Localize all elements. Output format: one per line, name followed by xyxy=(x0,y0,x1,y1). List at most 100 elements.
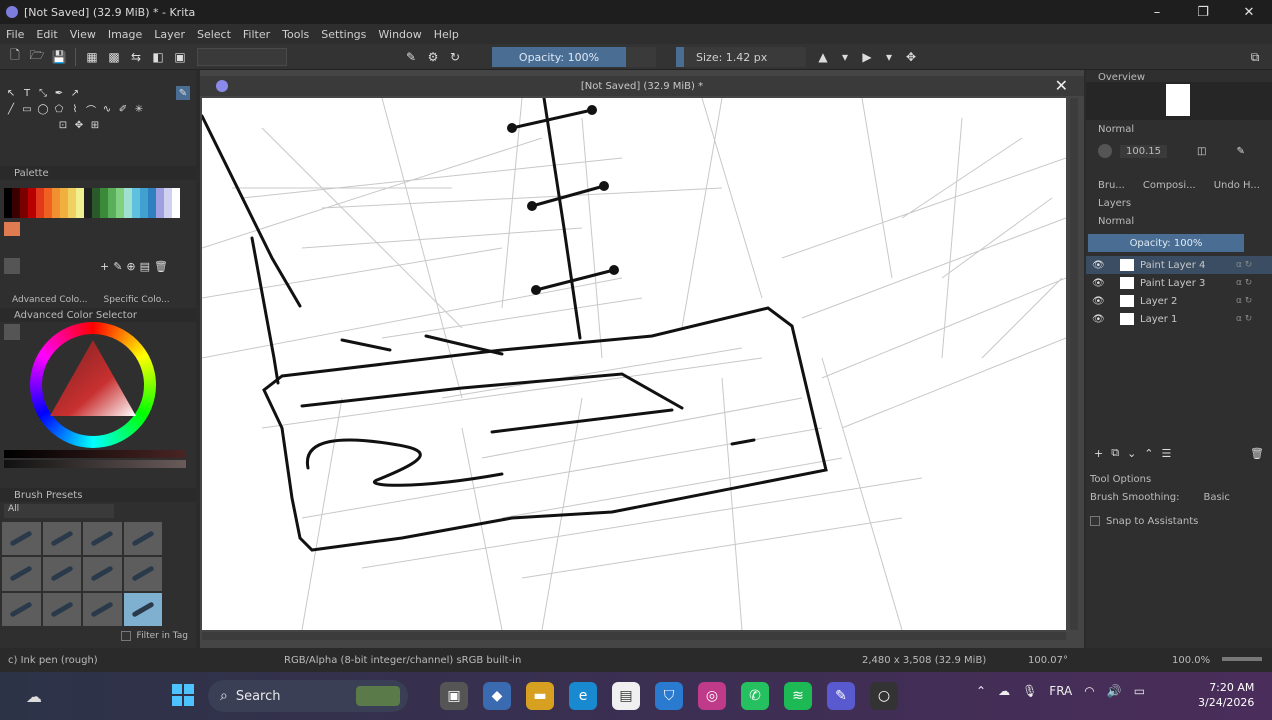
current-color-swatch[interactable] xyxy=(4,222,20,236)
brush-preset[interactable] xyxy=(42,557,81,591)
layer-row[interactable]: 👁 Layer 1 α ↻ xyxy=(1086,310,1272,328)
color-shade-bar[interactable] xyxy=(4,460,186,468)
brush-tag-select[interactable]: All xyxy=(4,504,114,518)
brush-preset[interactable] xyxy=(42,522,81,556)
menu-window[interactable]: Window xyxy=(378,28,421,41)
delete-layer-icon[interactable]: 🗑 xyxy=(1250,447,1264,460)
volume-icon[interactable]: 🔊 xyxy=(1107,684,1122,698)
palette-swatch[interactable] xyxy=(44,188,52,218)
notepad-icon[interactable]: ▤ xyxy=(612,682,640,710)
pattern-icon[interactable]: ▩ xyxy=(105,48,123,66)
menu-settings[interactable]: Settings xyxy=(321,28,366,41)
visibility-eye-icon[interactable]: 👁 xyxy=(1092,296,1106,307)
layer-opacity-slider[interactable]: Opacity: 100% xyxy=(1088,234,1244,252)
brush-preset[interactable] xyxy=(2,557,41,591)
menu-view[interactable]: View xyxy=(70,28,96,41)
calligraphy-icon[interactable]: ✒ xyxy=(52,86,66,100)
move-tool-icon[interactable]: ✥ xyxy=(72,118,86,132)
freehand-path-icon[interactable]: ∿ xyxy=(100,102,114,116)
add-layer-icon[interactable]: + xyxy=(1094,447,1103,460)
brush-preset[interactable] xyxy=(2,592,41,626)
layer-row[interactable]: 👁 Paint Layer 4 α ↻ xyxy=(1086,256,1272,274)
palette-swatch[interactable] xyxy=(52,188,60,218)
krita-taskbar-icon[interactable]: ✎ xyxy=(827,682,855,710)
zoom-slider[interactable] xyxy=(1222,657,1262,661)
eraser-icon[interactable]: ✎ xyxy=(402,48,420,66)
spotify-icon[interactable]: ≋ xyxy=(784,682,812,710)
overview-preview[interactable] xyxy=(1086,82,1272,120)
mirror-horizontal-icon[interactable]: ▲ xyxy=(814,48,832,66)
menu-tools[interactable]: Tools xyxy=(282,28,309,41)
edit-shapes-icon[interactable]: ⤡ xyxy=(36,86,50,100)
crop-tool-icon[interactable]: ⊡ xyxy=(56,118,70,132)
reload-preset-icon[interactable]: ↻ xyxy=(446,48,464,66)
duplicate-layer-icon[interactable]: ⧉ xyxy=(1111,446,1119,460)
brush-blend-mode[interactable]: Normal xyxy=(1098,124,1134,135)
vertical-scrollbar[interactable] xyxy=(1070,98,1078,630)
brush-preset[interactable] xyxy=(123,557,162,591)
polyline-tool-icon[interactable]: ⌇ xyxy=(68,102,82,116)
palette-swatch[interactable] xyxy=(100,188,108,218)
size-slider[interactable]: Size: 1.42 px xyxy=(676,47,806,67)
menu-layer[interactable]: Layer xyxy=(154,28,185,41)
opera-icon[interactable]: ○ xyxy=(870,682,898,710)
brush-preset[interactable] xyxy=(83,592,122,626)
save-icon[interactable]: 💾 xyxy=(50,48,68,66)
reset-angle-icon[interactable]: ◫ xyxy=(1197,146,1206,157)
onedrive-icon[interactable]: ☁ xyxy=(998,684,1010,698)
restore-icon[interactable]: ❐ xyxy=(1180,0,1226,24)
menu-select[interactable]: Select xyxy=(197,28,231,41)
color-selector-settings-icon[interactable] xyxy=(4,324,20,340)
color-history-bar[interactable] xyxy=(4,450,186,458)
palette-swatch[interactable] xyxy=(140,188,148,218)
visibility-eye-icon[interactable]: 👁 xyxy=(1092,278,1106,289)
dropdown-arrow-icon[interactable]: ▾ xyxy=(836,48,854,66)
mirror-vertical-icon[interactable]: ▶ xyxy=(858,48,876,66)
dropdown-arrow-icon[interactable]: ▾ xyxy=(880,48,898,66)
layers-mini-icon[interactable] xyxy=(4,258,20,274)
tray-chevron-icon[interactable]: ⌃ xyxy=(976,684,986,698)
palette-swatch[interactable] xyxy=(148,188,156,218)
taskbar-search[interactable]: ⌕ Search xyxy=(208,680,408,712)
palette-swatch[interactable] xyxy=(76,188,84,218)
document-tab[interactable]: [Not Saved] (32.9 MiB) * ✕ xyxy=(200,76,1084,96)
angle-value[interactable]: 100.15 xyxy=(1120,144,1167,158)
palette-swatch[interactable] xyxy=(12,188,20,218)
opacity-spin[interactable] xyxy=(626,47,656,67)
palette-swatch[interactable] xyxy=(108,188,116,218)
horizontal-scrollbar[interactable] xyxy=(202,632,1066,640)
layer-row[interactable]: 👁 Paint Layer 3 α ↻ xyxy=(1086,274,1272,292)
layers-blend-mode[interactable]: Normal xyxy=(1098,216,1134,227)
brush-preset[interactable] xyxy=(123,522,162,556)
edge-browser-icon[interactable]: e xyxy=(569,682,597,710)
reset-colors-icon[interactable]: ◧ xyxy=(149,48,167,66)
tab-specific-color[interactable]: Specific Colo... xyxy=(104,295,170,305)
wrap-around-icon[interactable]: ✥ xyxy=(902,48,920,66)
layer-properties-icon[interactable]: ☰ xyxy=(1162,447,1172,460)
palette-swatch[interactable] xyxy=(20,188,28,218)
brush-preset[interactable] xyxy=(42,592,81,626)
line-tool-icon[interactable]: ╱ xyxy=(4,102,18,116)
palette-swatch[interactable] xyxy=(132,188,140,218)
palette-swatch[interactable] xyxy=(116,188,124,218)
alpha-lock-icon[interactable]: ⚙ xyxy=(424,48,442,66)
menu-filter[interactable]: Filter xyxy=(243,28,270,41)
brush-preset[interactable] xyxy=(83,557,122,591)
layer-flags-icon[interactable]: α ↻ xyxy=(1236,314,1272,324)
menu-file[interactable]: File xyxy=(6,28,24,41)
status-brush[interactable]: c) Ink pen (rough) xyxy=(8,655,98,666)
weather-icon[interactable]: ☁ xyxy=(18,680,50,712)
brush-preset-selected[interactable] xyxy=(123,592,162,626)
filter-in-tag-checkbox[interactable] xyxy=(120,631,131,641)
layer-flags-icon[interactable]: α ↻ xyxy=(1236,260,1272,270)
file-explorer-icon[interactable]: ▬ xyxy=(526,682,554,710)
palette-swatch[interactable] xyxy=(4,188,12,218)
language-indicator[interactable]: FRA xyxy=(1049,684,1072,698)
palette-swatch[interactable] xyxy=(84,188,92,218)
tab-advanced-color[interactable]: Advanced Colo... xyxy=(12,295,88,305)
brush-preset[interactable] xyxy=(83,522,122,556)
layer-down-icon[interactable]: ⌄ xyxy=(1127,447,1136,460)
palette-swatch[interactable] xyxy=(124,188,132,218)
freehand-brush-icon[interactable]: ✎ xyxy=(176,86,190,100)
palette-swatch[interactable] xyxy=(172,188,180,218)
